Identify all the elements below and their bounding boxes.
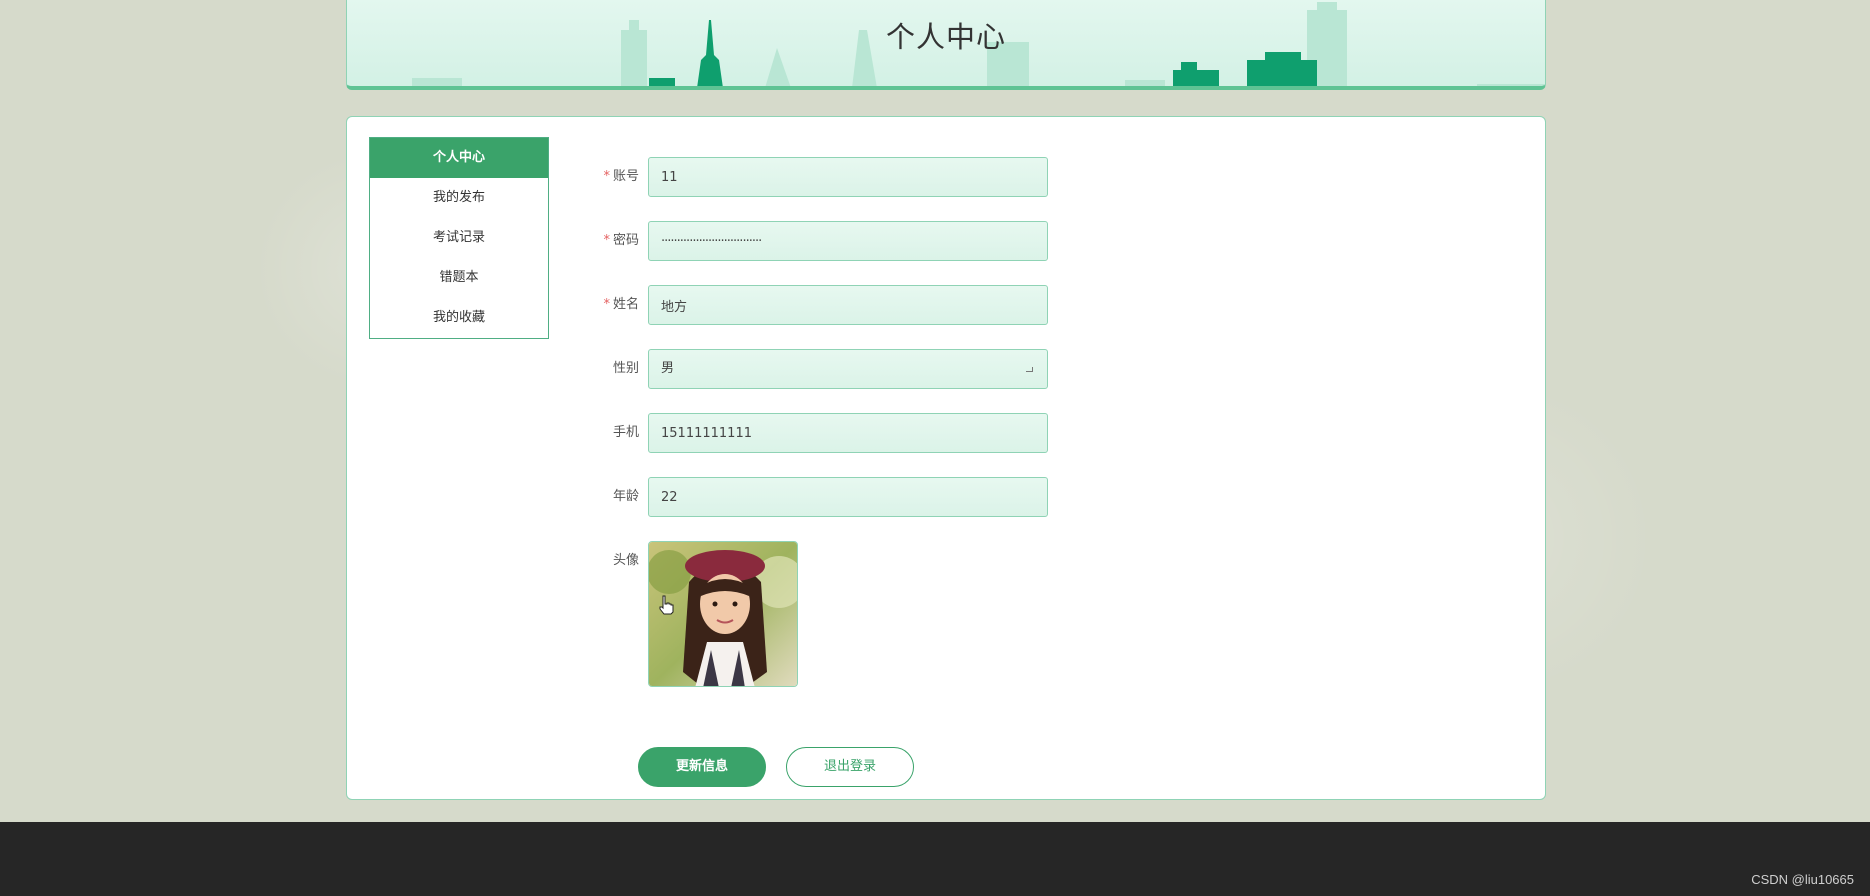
hand-cursor-icon: [659, 595, 674, 615]
name-input[interactable]: [648, 285, 1048, 325]
phone-row: 手机: [577, 413, 1077, 453]
sidebar-item-profile[interactable]: 个人中心: [370, 138, 548, 178]
phone-input[interactable]: [648, 413, 1048, 453]
page-title: 个人中心: [885, 20, 1006, 54]
page-header: 个人中心: [346, 0, 1546, 90]
sidebar-item-wrong-questions[interactable]: 错题本: [370, 258, 548, 298]
page-footer: [0, 822, 1870, 896]
phone-label: 手机: [612, 425, 639, 440]
required-mark: *: [603, 169, 610, 184]
csdn-watermark: CSDN @liu10665: [1751, 872, 1854, 887]
sidebar-item-favorites[interactable]: 我的收藏: [370, 298, 548, 338]
logout-button[interactable]: 退出登录: [786, 747, 914, 787]
age-label: 年龄: [612, 489, 639, 504]
password-row: * 密码: [577, 221, 1077, 261]
avatar-row: 头像: [577, 541, 1077, 687]
sidebar-item-my-posts[interactable]: 我的发布: [370, 178, 548, 218]
gender-selected-value: 男: [661, 361, 675, 376]
chevron-down-icon: [1026, 367, 1033, 372]
sidebar-item-exam-records[interactable]: 考试记录: [370, 218, 548, 258]
gender-row: 性别 男: [577, 349, 1077, 389]
age-input[interactable]: [648, 477, 1048, 517]
password-label: * 密码: [603, 233, 639, 248]
account-row: * 账号: [577, 157, 1077, 197]
gender-label: 性别: [612, 361, 639, 376]
account-label: * 账号: [603, 169, 639, 184]
name-label: * 姓名: [603, 297, 639, 312]
update-info-button[interactable]: 更新信息: [638, 747, 766, 787]
name-row: * 姓名: [577, 285, 1077, 325]
sidebar-menu: 个人中心 我的发布 考试记录 错题本 我的收藏: [369, 137, 549, 339]
age-row: 年龄: [577, 477, 1077, 517]
main-panel: 个人中心 我的发布 考试记录 错题本 我的收藏 *账号 *密码 *姓名 性别 男: [346, 116, 1546, 800]
avatar-label: 头像: [612, 553, 639, 568]
required-mark: *: [603, 297, 610, 312]
gender-select[interactable]: 男: [648, 349, 1048, 389]
required-mark: *: [603, 233, 610, 248]
account-input[interactable]: [648, 157, 1048, 197]
password-input[interactable]: [648, 221, 1048, 261]
